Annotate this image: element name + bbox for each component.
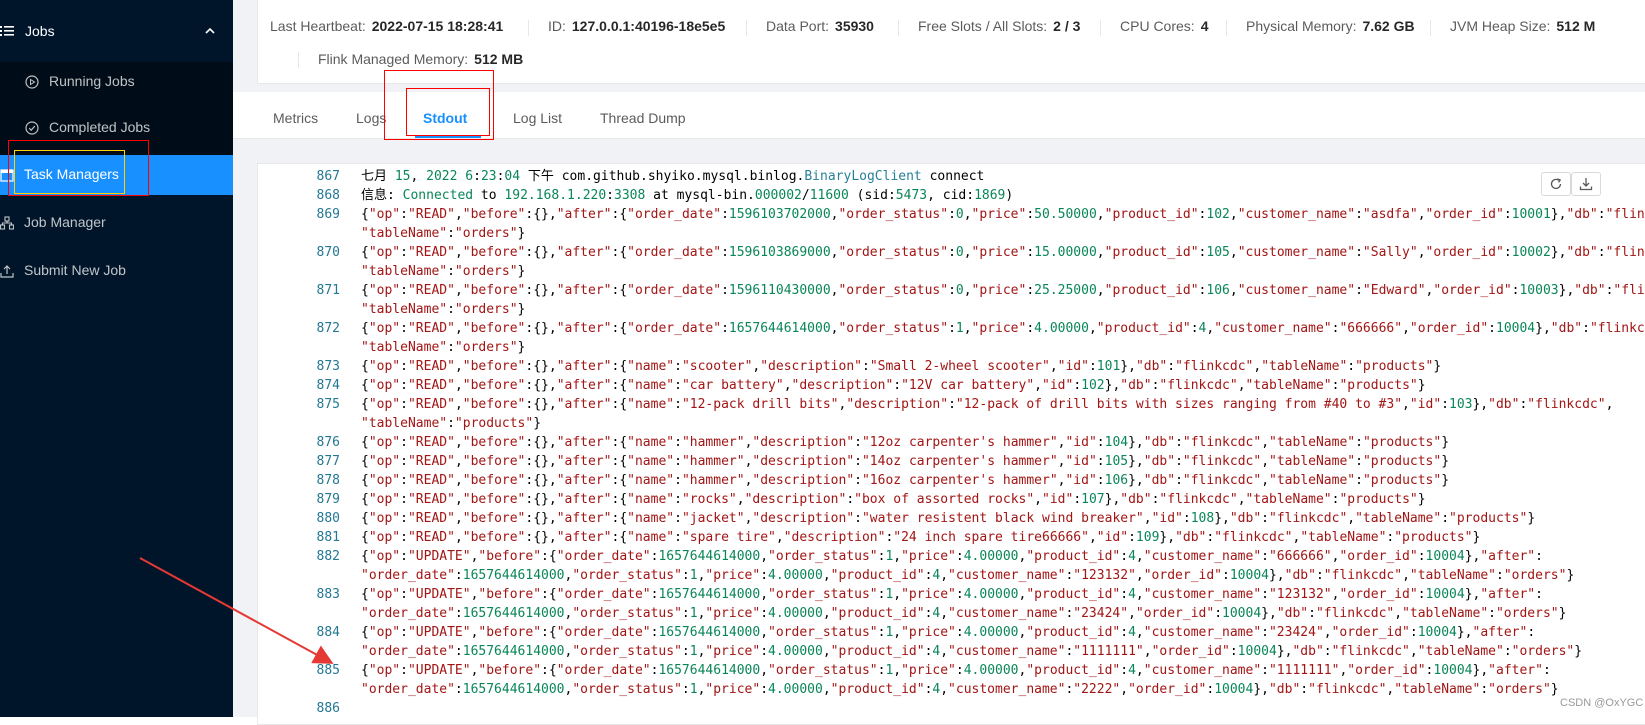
annotation-arrow — [139, 557, 334, 664]
watermark: CSDN @OxYGC — [1560, 697, 1644, 709]
